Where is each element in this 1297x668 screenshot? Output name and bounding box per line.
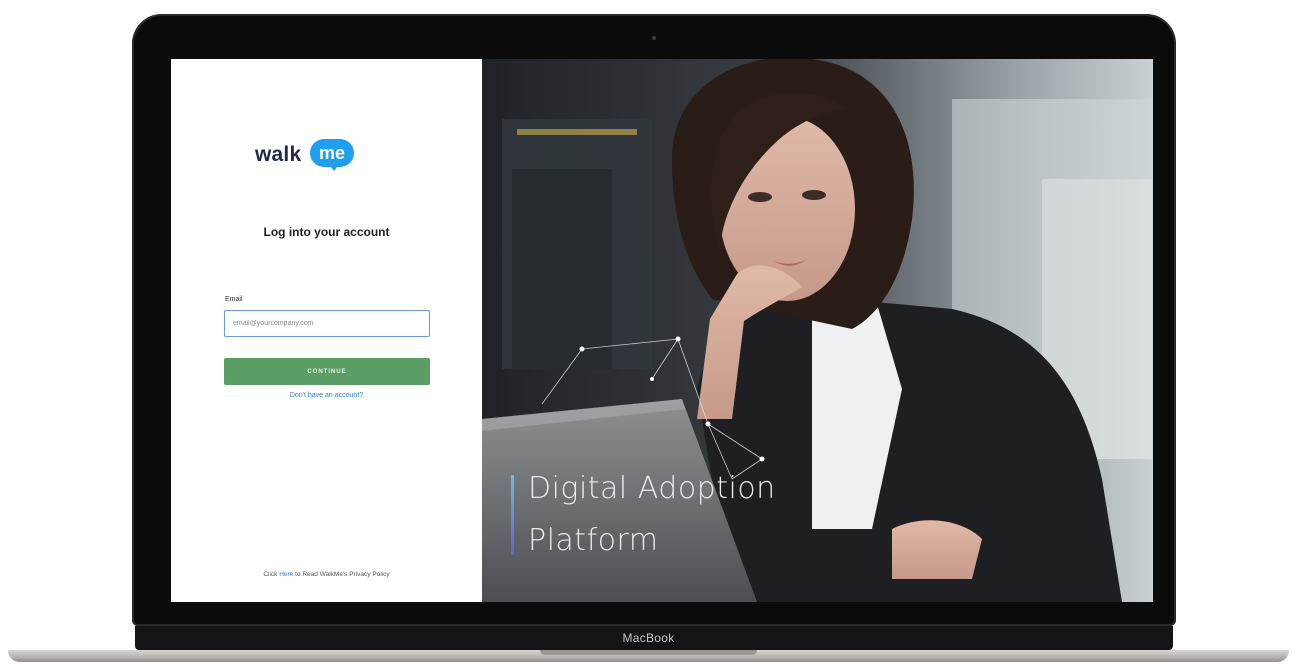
hero-headline-line2: Platform xyxy=(528,523,659,558)
laptop-base-notch xyxy=(540,650,757,655)
privacy-notice: Click Here to Read WalkMe's Privacy Poli… xyxy=(171,571,482,578)
privacy-prefix: Click xyxy=(263,571,278,578)
privacy-link[interactable]: Here xyxy=(279,571,293,578)
email-label: Email xyxy=(225,296,243,303)
hero-photo-illustration xyxy=(482,59,1153,602)
login-panel: walk me Log into your account Email CONT… xyxy=(171,59,482,602)
speech-bubble-tail xyxy=(328,163,340,171)
laptop-mockup: walk me Log into your account Email CONT… xyxy=(0,0,1297,668)
page-title: Log into your account xyxy=(263,225,390,239)
laptop-screen: walk me Log into your account Email CONT… xyxy=(171,59,1153,602)
device-label: MacBook xyxy=(622,631,675,645)
hero-image-panel: Digital Adoption Platform xyxy=(482,59,1153,602)
continue-button[interactable]: CONTINUE xyxy=(224,358,430,385)
hero-headline-line1: Digital Adoption xyxy=(528,471,776,506)
logo-badge-text: me xyxy=(318,143,345,163)
headline-accent-bar xyxy=(511,475,514,555)
logo-wordmark: walk xyxy=(255,143,302,166)
email-field[interactable] xyxy=(224,310,430,337)
camera-icon xyxy=(652,36,656,40)
walkme-logo: walk me xyxy=(255,137,385,177)
privacy-suffix: to Read WalkMe's Privacy Policy xyxy=(295,571,390,578)
signup-link[interactable]: Don't have an account? xyxy=(171,392,482,399)
